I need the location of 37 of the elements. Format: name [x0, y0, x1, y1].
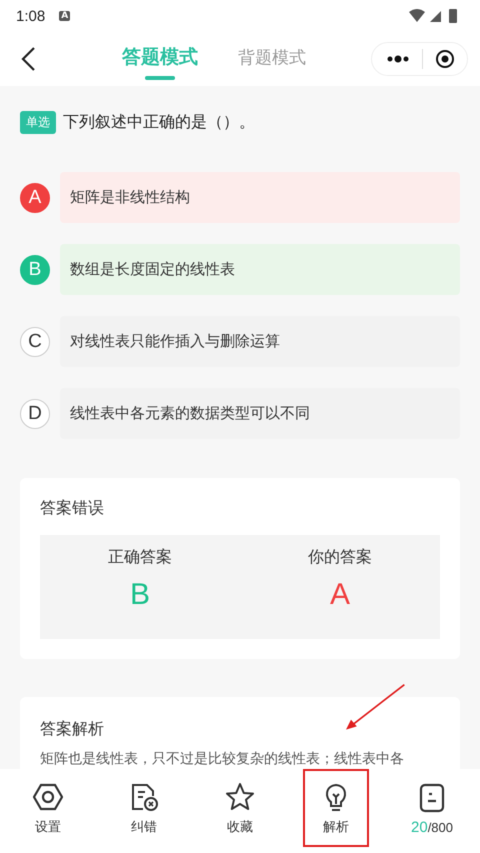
- nav-label: 设置: [35, 819, 61, 836]
- answer-option[interactable]: 数组是长度固定的线性表: [60, 244, 460, 295]
- total-question-count: /800: [428, 820, 453, 834]
- back-icon[interactable]: [20, 46, 36, 72]
- more-icon[interactable]: [386, 55, 410, 63]
- close-icon[interactable]: [435, 49, 455, 69]
- option-letter: A: [20, 182, 50, 212]
- settings-icon: [33, 782, 63, 812]
- document-error-icon: [129, 782, 159, 812]
- nav-label: 解析: [323, 819, 349, 836]
- nav-item[interactable]: 解析: [301, 769, 371, 849]
- nav-item[interactable]: 纠错: [109, 769, 179, 849]
- nav-label: 收藏: [227, 819, 253, 836]
- current-question-number: 20: [411, 818, 428, 836]
- nav-item[interactable]: 设置: [13, 769, 83, 849]
- option-letter: C: [20, 326, 50, 356]
- result-title: 答案错误: [40, 498, 105, 519]
- answer-label: 你的答案: [308, 547, 372, 568]
- nav-item[interactable]: 收藏: [205, 769, 275, 849]
- explanation-text: 矩阵也是线性表，只不过是比较复杂的线性表；线性表中各: [40, 750, 405, 768]
- answer-letter: B: [130, 578, 150, 612]
- status-time: 1:08: [16, 8, 46, 24]
- notification-icon: A: [59, 11, 70, 21]
- answer-label: 正确答案: [108, 547, 172, 568]
- question-text: 下列叙述中正确的是（）。: [63, 112, 255, 133]
- option-letter: B: [20, 254, 50, 284]
- answer-letter: A: [330, 578, 350, 612]
- explanation-title: 答案解析: [40, 719, 105, 740]
- question-type-badge: 单选: [20, 111, 56, 134]
- answer-sheet-icon: [417, 782, 447, 812]
- star-icon: [225, 782, 255, 812]
- nav-label: 纠错: [131, 819, 157, 836]
- option-letter: D: [20, 398, 50, 428]
- answer-option[interactable]: 对线性表只能作插入与删除运算: [60, 316, 460, 367]
- nav-item[interactable]: 20/800: [397, 769, 467, 849]
- answer-option[interactable]: 线性表中各元素的数据类型可以不同: [60, 388, 460, 439]
- answer-option[interactable]: 矩阵是非线性结构: [60, 172, 460, 223]
